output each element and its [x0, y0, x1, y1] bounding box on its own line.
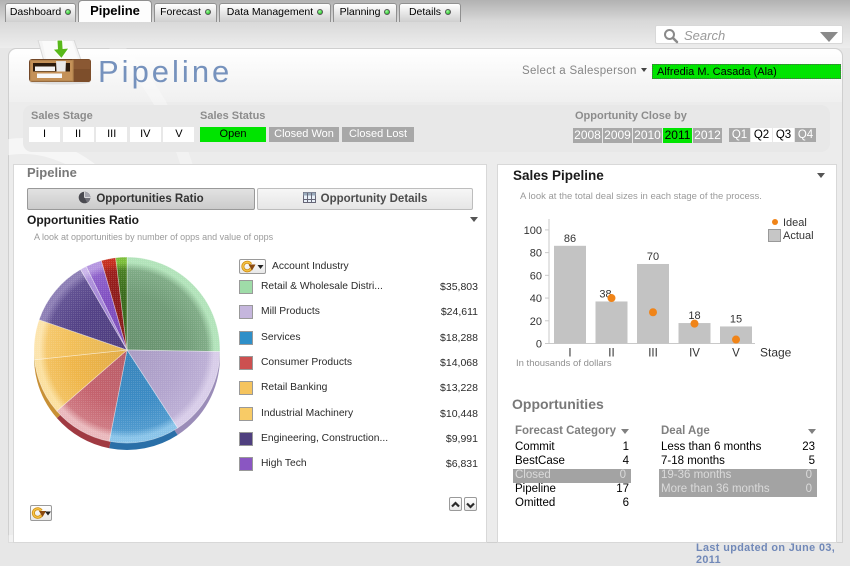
svg-text:86: 86: [564, 233, 576, 245]
svg-text:40: 40: [530, 293, 542, 305]
svg-text:100: 100: [524, 225, 542, 237]
svg-text:0: 0: [536, 339, 542, 351]
svg-text:V: V: [732, 348, 740, 360]
svg-text:80: 80: [530, 248, 542, 260]
svg-text:15: 15: [730, 313, 742, 325]
svg-text:70: 70: [647, 251, 659, 263]
svg-text:Stage: Stage: [760, 346, 792, 360]
svg-text:III: III: [648, 348, 658, 360]
svg-text:Actual: Actual: [783, 230, 814, 242]
svg-text:20: 20: [530, 316, 542, 328]
svg-text:Ideal: Ideal: [783, 217, 807, 229]
svg-text:IV: IV: [689, 348, 700, 360]
svg-text:60: 60: [530, 270, 542, 282]
